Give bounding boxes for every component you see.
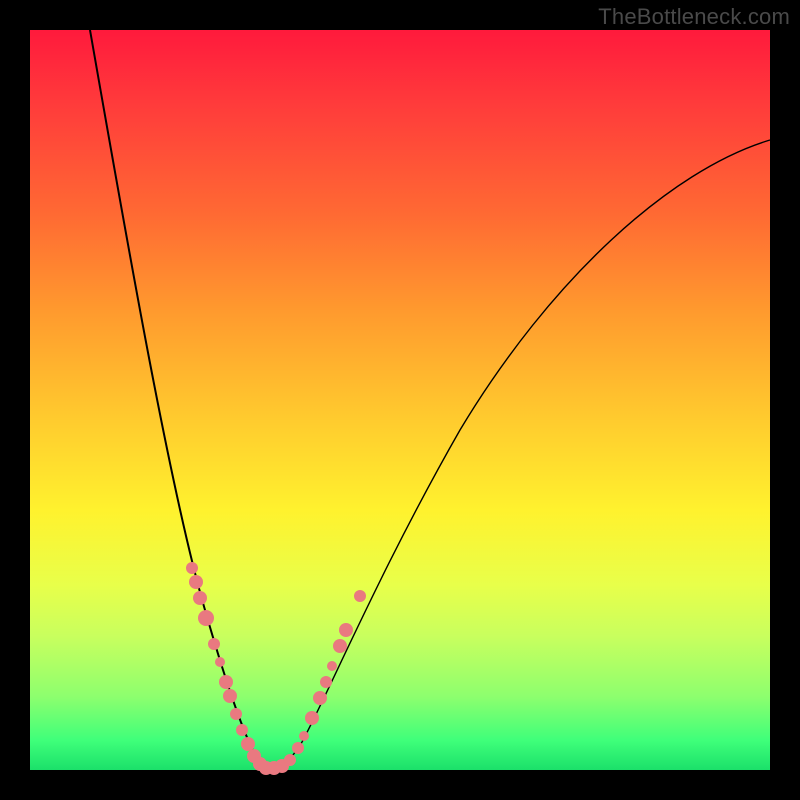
watermark-text: TheBottleneck.com [598, 4, 790, 30]
data-dot [236, 724, 248, 736]
data-dot [354, 590, 366, 602]
chart-frame: TheBottleneck.com [0, 0, 800, 800]
data-dot [198, 610, 214, 626]
chart-svg [30, 30, 770, 770]
data-dot [333, 639, 347, 653]
data-dot [292, 742, 304, 754]
data-dot [223, 689, 237, 703]
curve-right-branch [270, 140, 770, 768]
data-dot [215, 657, 225, 667]
data-dot [208, 638, 220, 650]
data-dot [284, 754, 296, 766]
data-dot [219, 675, 233, 689]
data-dot [189, 575, 203, 589]
data-dot [339, 623, 353, 637]
data-dot [186, 562, 198, 574]
curve-left-branch [90, 30, 270, 768]
data-dot [327, 661, 337, 671]
data-dot [230, 708, 242, 720]
data-dot [313, 691, 327, 705]
data-dot [299, 731, 309, 741]
data-dot [241, 737, 255, 751]
data-dot [320, 676, 332, 688]
chart-plot-area [30, 30, 770, 770]
data-dot [305, 711, 319, 725]
data-dots-group [186, 562, 366, 775]
data-dot [193, 591, 207, 605]
